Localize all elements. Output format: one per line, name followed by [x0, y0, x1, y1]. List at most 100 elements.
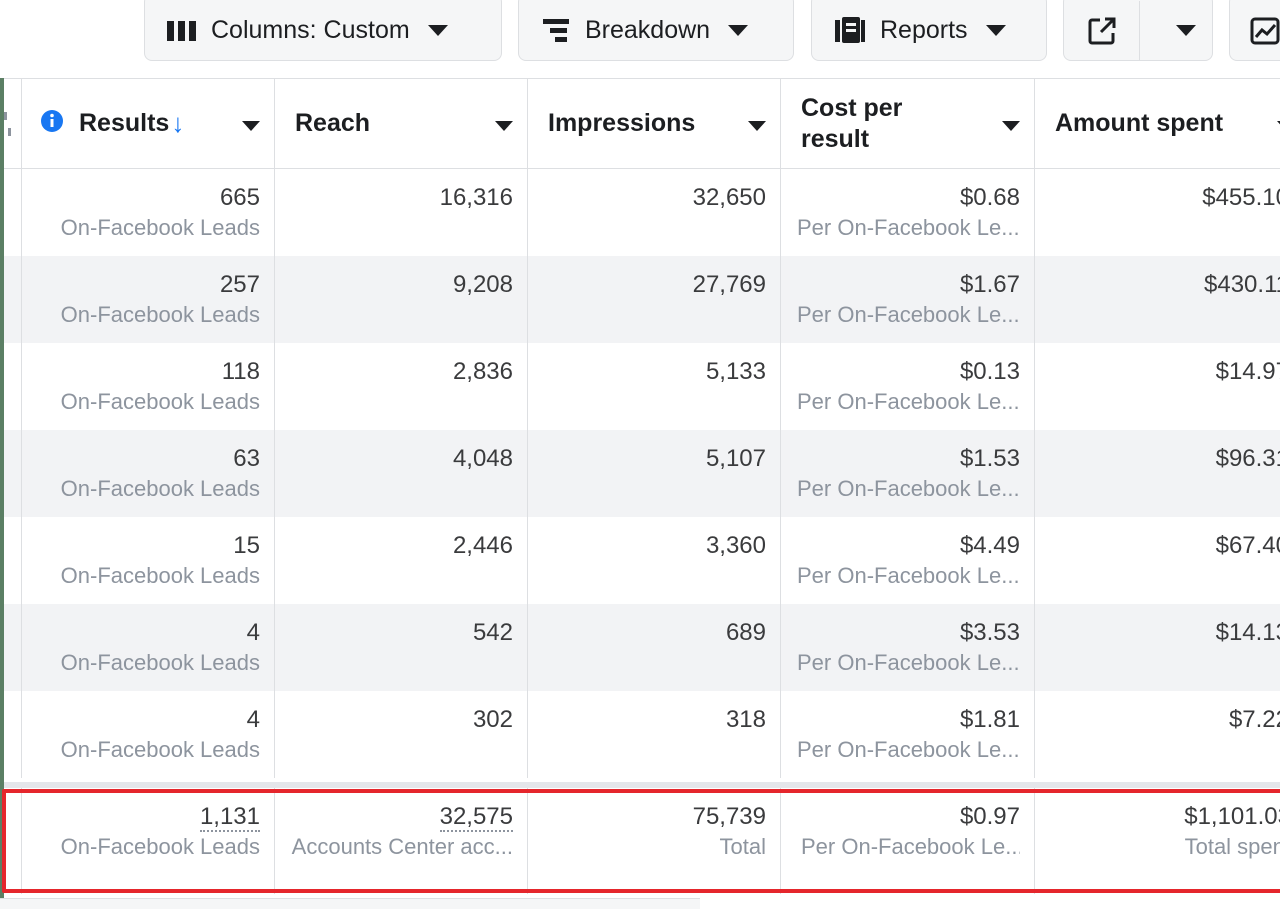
- spent-cell: $67.40: [1035, 517, 1280, 604]
- header-reach[interactable]: Reach: [275, 79, 528, 168]
- totals-results-sub: On-Facebook Leads: [60, 834, 260, 859]
- table-totals-row: 1,131 On-Facebook Leads 32,575 Accounts …: [4, 782, 1280, 894]
- totals-cost-sub: Per On-Facebook Le...: [801, 834, 1020, 859]
- totals-impressions-cell: 75,739 Total: [528, 788, 781, 894]
- totals-reach-sub: Accounts Center acc...: [291, 834, 513, 859]
- spent-cell: $96.31: [1035, 430, 1280, 517]
- table-row[interactable]: 665 On-Facebook Leads 16,316 32,650 $0.68 Per…: [4, 169, 1280, 256]
- totals-cost-cell: $0.97 Per On-Facebook Le...: [781, 788, 1035, 894]
- reports-button[interactable]: Reports: [811, 0, 1047, 61]
- breakdown-button[interactable]: Breakdown: [518, 0, 794, 61]
- spent-value: $67.40: [1215, 532, 1280, 559]
- header-reach-label: Reach: [295, 109, 371, 137]
- cost-cell: $3.53 Per On-Facebook Le...: [781, 604, 1035, 691]
- results-value: 118: [221, 358, 260, 385]
- columns-button[interactable]: Columns: Custom: [144, 0, 502, 61]
- cost-type: Per On-Facebook Le...: [797, 302, 1020, 327]
- reach-value: 4,048: [452, 445, 513, 472]
- totals-spent-cell: $1,101.03 Total spent: [1035, 788, 1280, 894]
- results-type: On-Facebook Leads: [60, 563, 260, 588]
- totals-results-cell: 1,131 On-Facebook Leads: [22, 788, 275, 894]
- spent-cell: $14.13: [1035, 604, 1280, 691]
- results-value: 4: [246, 706, 260, 733]
- cost-value: $1.67: [959, 271, 1020, 298]
- cost-type: Per On-Facebook Le...: [797, 737, 1020, 762]
- table-header-row: Results ↓ Reach Impressions Cost per res…: [4, 78, 1280, 169]
- chevron-down-icon[interactable]: [242, 121, 260, 131]
- totals-cost: $0.97: [959, 803, 1020, 830]
- cost-cell: $1.53 Per On-Facebook Le...: [781, 430, 1035, 517]
- cost-cell: $4.49 Per On-Facebook Le...: [781, 517, 1035, 604]
- results-cell: 665 On-Facebook Leads: [22, 169, 275, 256]
- header-cost-per-result[interactable]: Cost per result: [781, 79, 1035, 168]
- cost-type: Per On-Facebook Le...: [797, 476, 1020, 501]
- results-cell: 118 On-Facebook Leads: [22, 343, 275, 430]
- spent-value: $455.10: [1202, 184, 1280, 211]
- reach-cell: 9,208: [275, 256, 528, 343]
- results-value: 63: [233, 445, 260, 472]
- table-row[interactable]: 4 On-Facebook Leads 302 318 $1.81 Per On-Face…: [4, 691, 1280, 778]
- export-button[interactable]: [1064, 1, 1140, 60]
- chevron-down-icon: [427, 25, 448, 36]
- columns-button-label: Columns: Custom: [211, 16, 410, 44]
- columns-icon: [167, 20, 196, 41]
- table-row[interactable]: 15 On-Facebook Leads 2,446 3,360 $4.49 Per On…: [4, 517, 1280, 604]
- totals-impressions: 75,739: [692, 803, 766, 830]
- results-cell: 4 On-Facebook Leads: [22, 604, 275, 691]
- cost-type: Per On-Facebook Le...: [797, 650, 1020, 675]
- totals-reach-cell: 32,575 Accounts Center acc...: [275, 788, 528, 894]
- info-icon: [41, 110, 63, 132]
- table-row[interactable]: 4 On-Facebook Leads 542 689 $3.53 Per On-Face…: [4, 604, 1280, 691]
- impressions-cell: 27,769: [528, 256, 781, 343]
- header-cost-line1: Cost per: [801, 93, 903, 122]
- horizontal-scrollbar[interactable]: [0, 898, 700, 909]
- cost-type: Per On-Facebook Le...: [797, 389, 1020, 414]
- totals-results[interactable]: 1,131: [199, 803, 260, 832]
- results-value: 665: [219, 184, 260, 211]
- chevron-down-icon: [1176, 25, 1196, 36]
- totals-reach[interactable]: 32,575: [439, 803, 513, 832]
- results-type: On-Facebook Leads: [60, 737, 260, 762]
- spent-cell: $7.22: [1035, 691, 1280, 778]
- totals-impressions-sub: Total: [719, 834, 766, 859]
- cost-cell: $0.13 Per On-Facebook Le...: [781, 343, 1035, 430]
- results-type: On-Facebook Leads: [60, 215, 260, 240]
- chart-button[interactable]: [1229, 0, 1280, 61]
- table-row[interactable]: 63 On-Facebook Leads 4,048 5,107 $1.53 Per On…: [4, 430, 1280, 517]
- header-results[interactable]: Results ↓: [22, 79, 275, 168]
- cost-type: Per On-Facebook Le...: [797, 215, 1020, 240]
- cost-value: $0.13: [959, 358, 1020, 385]
- row-stub: [4, 691, 22, 778]
- cost-type: Per On-Facebook Le...: [797, 563, 1020, 588]
- cost-value: $3.53: [959, 619, 1020, 646]
- chevron-down-icon[interactable]: [1002, 121, 1020, 131]
- header-amount-spent[interactable]: Amount spent: [1035, 79, 1280, 168]
- export-icon: [1088, 17, 1115, 44]
- chevron-down-icon[interactable]: [748, 121, 766, 131]
- header-amount-spent-label: Amount spent: [1055, 109, 1224, 137]
- reports-button-label: Reports: [880, 16, 968, 44]
- cost-cell: $1.67 Per On-Facebook Le...: [781, 256, 1035, 343]
- header-impressions[interactable]: Impressions: [528, 79, 781, 168]
- table-row[interactable]: 257 On-Facebook Leads 9,208 27,769 $1.67 Per …: [4, 256, 1280, 343]
- cost-value: $1.53: [959, 445, 1020, 472]
- row-stub: [4, 604, 22, 691]
- spent-value: $96.31: [1215, 445, 1280, 472]
- impressions-cell: 3,360: [528, 517, 781, 604]
- impressions-cell: 318: [528, 691, 781, 778]
- reach-value: 2,446: [452, 532, 513, 559]
- header-stub: [4, 79, 22, 168]
- chevron-down-icon[interactable]: [495, 121, 513, 131]
- export-dropdown-button[interactable]: [1140, 1, 1214, 60]
- spent-value: $14.13: [1215, 619, 1280, 646]
- cost-cell: $0.68 Per On-Facebook Le...: [781, 169, 1035, 256]
- spent-cell: $455.10: [1035, 169, 1280, 256]
- results-value: 257: [219, 271, 260, 298]
- reports-icon: [835, 16, 865, 43]
- impressions-value: 689: [725, 619, 766, 646]
- results-type: On-Facebook Leads: [60, 476, 260, 501]
- impressions-value: 3,360: [705, 532, 766, 559]
- table-row[interactable]: 118 On-Facebook Leads 2,836 5,133 $0.13 Per O…: [4, 343, 1280, 430]
- totals-stub: [4, 788, 22, 894]
- row-stub: [4, 256, 22, 343]
